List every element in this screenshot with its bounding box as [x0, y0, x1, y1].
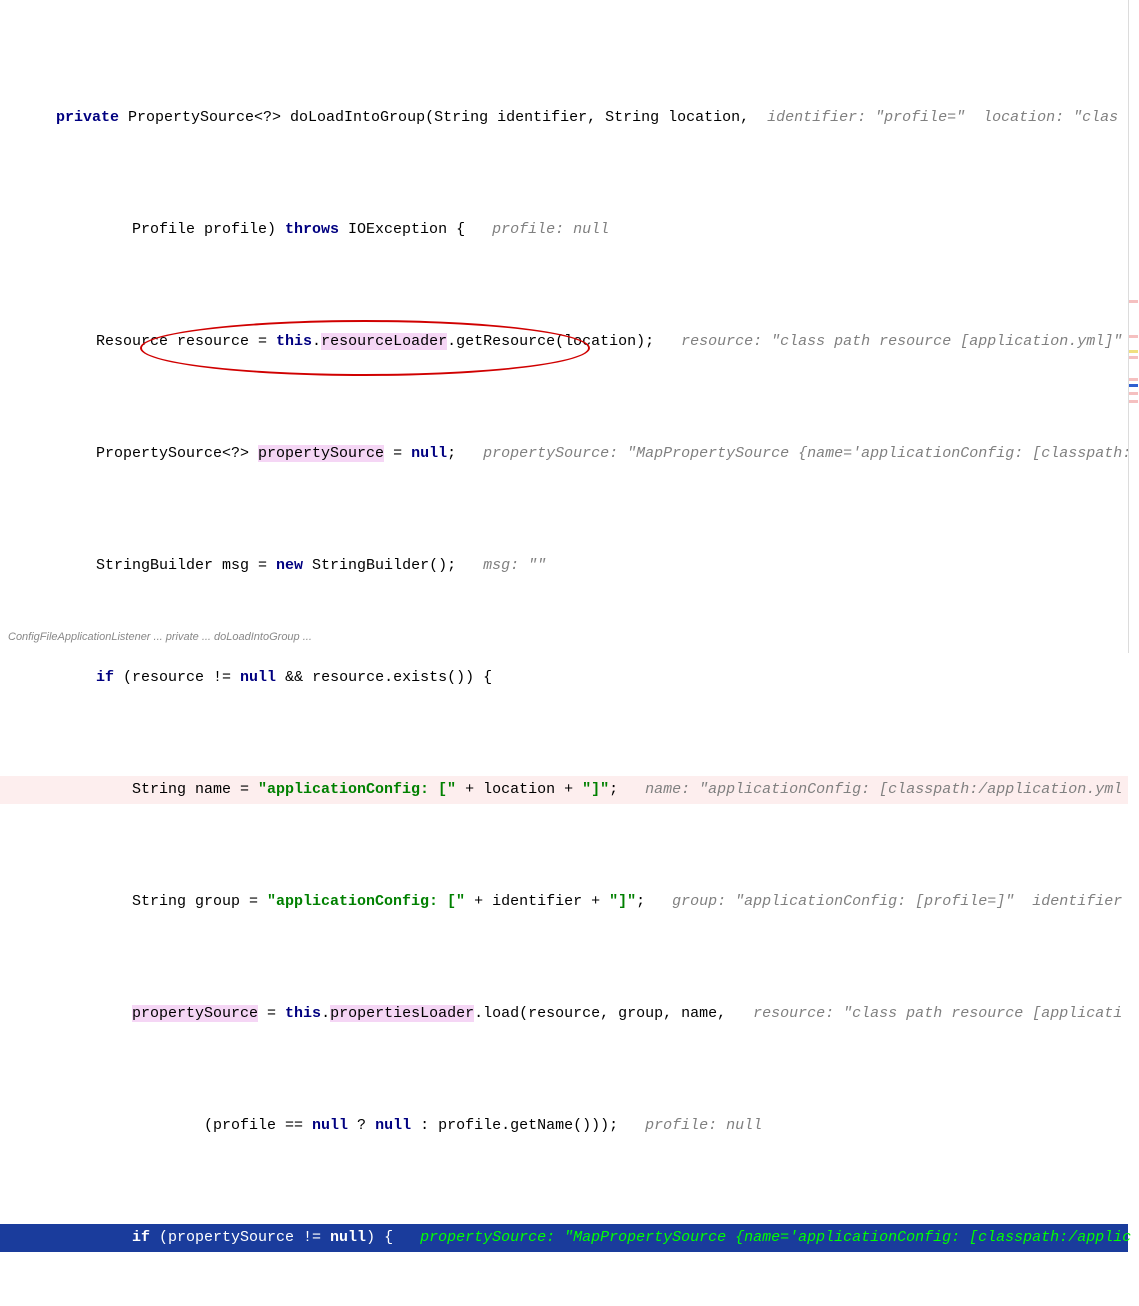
- keyword-private: private: [56, 109, 119, 126]
- keyword-this: this: [276, 333, 312, 350]
- code-text: + identifier +: [465, 893, 609, 910]
- warn-marker[interactable]: [1129, 350, 1138, 353]
- change-marker[interactable]: [1129, 356, 1138, 359]
- code-line: Profile profile) throws IOException { pr…: [0, 216, 1128, 244]
- code-line: private PropertySource<?> doLoadIntoGrou…: [0, 104, 1128, 132]
- execution-line: if (propertySource != null) { propertySo…: [0, 1224, 1128, 1252]
- code-text: PropertySource<?>: [96, 445, 258, 462]
- code-text: .: [312, 333, 321, 350]
- code-text: (propertySource !=: [150, 1229, 330, 1246]
- inline-hint: resource: "class path resource [applicat…: [654, 333, 1122, 350]
- code-text: Profile profile): [132, 221, 285, 238]
- keyword-null: null: [375, 1117, 411, 1134]
- var-highlight: propertySource: [132, 1005, 258, 1022]
- inline-hint: propertySource: "MapPropertySource {name…: [393, 1229, 1131, 1246]
- var-highlight: propertySource: [258, 445, 384, 462]
- code-line: propertySource = this.propertiesLoader.l…: [0, 1000, 1128, 1028]
- code-text: + location +: [456, 781, 582, 798]
- string-literal: "]": [609, 893, 636, 910]
- keyword-null: null: [411, 445, 447, 462]
- keyword-if: if: [96, 669, 114, 686]
- code-editor[interactable]: private PropertySource<?> doLoadIntoGrou…: [0, 0, 1128, 1306]
- code-text: .: [321, 1005, 330, 1022]
- inline-hint: msg: "": [456, 557, 546, 574]
- inline-hint: profile: null: [618, 1117, 762, 1134]
- change-marker[interactable]: [1129, 300, 1138, 303]
- inline-hint: propertySource: "MapPropertySource {name…: [456, 445, 1139, 462]
- string-literal: "applicationConfig: [": [258, 781, 456, 798]
- code-text: && resource.exists()) {: [276, 669, 492, 686]
- keyword-null: null: [240, 669, 276, 686]
- code-line: String group = "applicationConfig: [" + …: [0, 888, 1128, 916]
- code-text: .load(resource, group, name,: [474, 1005, 726, 1022]
- code-text: (profile ==: [204, 1117, 312, 1134]
- exec-marker[interactable]: [1129, 384, 1138, 387]
- field-highlight: resourceLoader: [321, 333, 447, 350]
- code-text: ) {: [366, 1229, 393, 1246]
- code-text: (resource !=: [114, 669, 240, 686]
- inline-hint: group: "applicationConfig: [profile=]" i…: [645, 893, 1122, 910]
- code-text: Resource resource =: [96, 333, 276, 350]
- code-text: : profile.getName()));: [411, 1117, 618, 1134]
- inline-hint: name: "applicationConfig: [classpath:/ap…: [618, 781, 1122, 798]
- field-highlight: propertiesLoader: [330, 1005, 474, 1022]
- code-text: ?: [348, 1117, 375, 1134]
- code-line: if (resource != null && resource.exists(…: [0, 664, 1128, 692]
- code-line: (profile == null ? null : profile.getNam…: [0, 1112, 1128, 1140]
- code-text: ;: [636, 893, 645, 910]
- inline-hint: identifier: "profile=" location: "clas: [749, 109, 1118, 126]
- keyword-null: null: [312, 1117, 348, 1134]
- keyword-if: if: [132, 1229, 150, 1246]
- inline-hint: profile: null: [465, 221, 609, 238]
- code-line: Resource resource = this.resourceLoader.…: [0, 328, 1128, 356]
- editor-overview-ruler[interactable]: [1128, 0, 1139, 653]
- keyword-new: new: [276, 557, 303, 574]
- code-text: =: [258, 1005, 285, 1022]
- code-text: IOException {: [339, 221, 465, 238]
- code-text: StringBuilder msg =: [96, 557, 276, 574]
- keyword-null: null: [330, 1229, 366, 1246]
- code-text: StringBuilder();: [303, 557, 456, 574]
- string-literal: "]": [582, 781, 609, 798]
- inline-hint: resource: "class path resource [applicat…: [726, 1005, 1122, 1022]
- code-line: StringBuilder msg = new StringBuilder();…: [0, 552, 1128, 580]
- keyword-throws: throws: [285, 221, 339, 238]
- code-text: PropertySource<?> doLoadIntoGroup(String…: [119, 109, 749, 126]
- change-marker[interactable]: [1129, 400, 1138, 403]
- code-text: =: [384, 445, 411, 462]
- code-text: String group =: [132, 893, 267, 910]
- code-text: .getResource(location);: [447, 333, 654, 350]
- change-marker[interactable]: [1129, 378, 1138, 381]
- change-marker[interactable]: [1129, 335, 1138, 338]
- code-text: ;: [447, 445, 456, 462]
- string-literal: "applicationConfig: [": [267, 893, 465, 910]
- breadcrumb[interactable]: ConfigFileApplicationListener ... privat…: [8, 623, 312, 651]
- code-line: PropertySource<?> propertySource = null;…: [0, 440, 1128, 468]
- code-line-changed: String name = "applicationConfig: [" + l…: [0, 776, 1128, 804]
- code-text: ;: [609, 781, 618, 798]
- code-text: String name =: [132, 781, 258, 798]
- change-marker[interactable]: [1129, 392, 1138, 395]
- keyword-this: this: [285, 1005, 321, 1022]
